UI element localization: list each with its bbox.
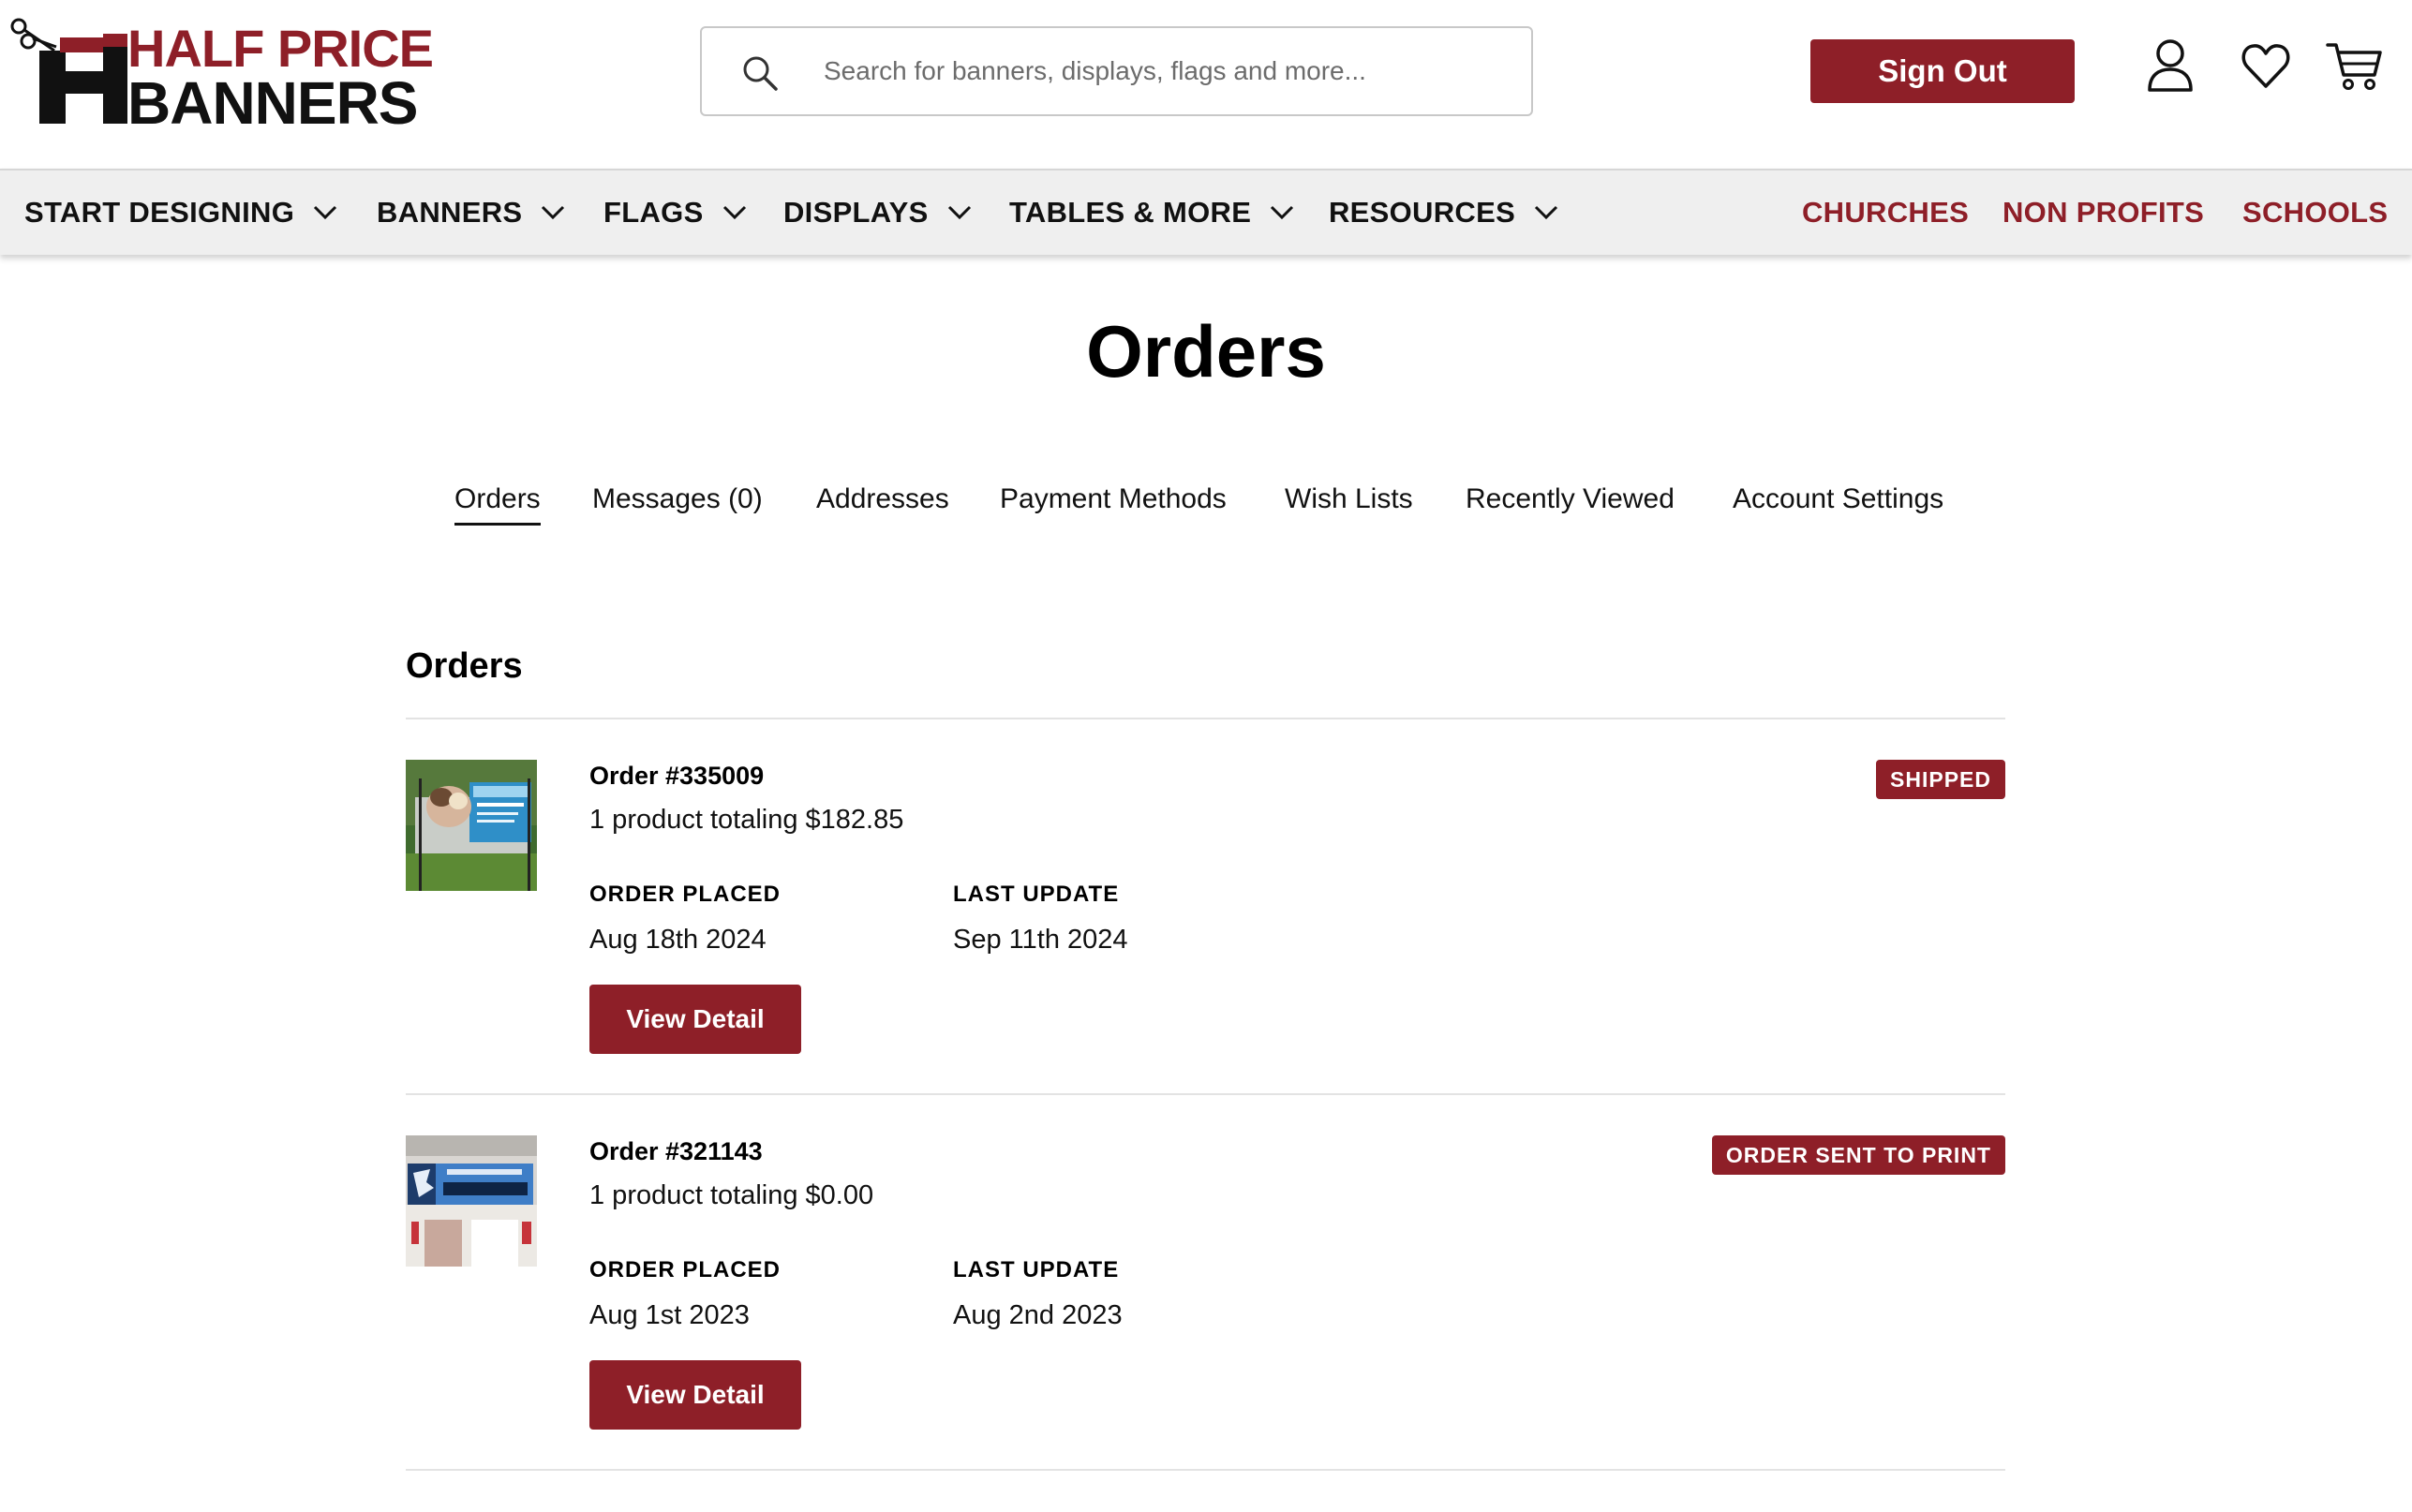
- tab-addresses[interactable]: Addresses: [816, 483, 949, 523]
- order-thumbnail[interactable]: [406, 1135, 537, 1267]
- order-placed-label: ORDER PLACED: [589, 1257, 782, 1282]
- nav-schools[interactable]: SCHOOLS: [2242, 170, 2388, 255]
- nav-start-designing[interactable]: START DESIGNING: [24, 170, 337, 255]
- chevron-down-icon: [1271, 205, 1294, 220]
- main-nav: START DESIGNING BANNERS FLAGS DISPLAYS T…: [0, 169, 2412, 255]
- order-number[interactable]: Order #335009: [589, 762, 764, 791]
- order-placed-date: Aug 18th 2024: [589, 925, 767, 955]
- page-title: Orders: [1086, 310, 1326, 393]
- order-placed-label: ORDER PLACED: [589, 882, 782, 907]
- account-icon[interactable]: [2144, 37, 2196, 94]
- order-item: Order #321143 1 product totaling $0.00 O…: [406, 1135, 2005, 1510]
- sign-out-button[interactable]: Sign Out: [1810, 39, 2075, 103]
- order-item: Order #335009 1 product totaling $182.85…: [406, 760, 2005, 1134]
- order-placed-date: Aug 1st 2023: [589, 1300, 750, 1330]
- divider: [406, 1093, 2005, 1095]
- tab-recently-viewed[interactable]: Recently Viewed: [1466, 483, 1675, 523]
- last-update-date: Sep 11th 2024: [953, 925, 1128, 955]
- nav-non-profits[interactable]: NON PROFITS: [2003, 170, 2204, 255]
- orders-section-title: Orders: [406, 646, 523, 686]
- search-icon[interactable]: [741, 54, 779, 92]
- yard-sign-thumbnail-icon: [406, 760, 537, 891]
- last-update-label: LAST UPDATE: [953, 882, 1120, 907]
- chevron-down-icon: [542, 205, 565, 220]
- tab-wish-lists[interactable]: Wish Lists: [1285, 483, 1413, 523]
- last-update-date: Aug 2nd 2023: [953, 1300, 1123, 1330]
- chevron-down-icon: [1535, 205, 1558, 220]
- order-summary: 1 product totaling $182.85: [589, 805, 904, 835]
- nav-displays[interactable]: DISPLAYS: [783, 170, 972, 255]
- order-number[interactable]: Order #321143: [589, 1137, 763, 1166]
- chevron-down-icon: [722, 205, 746, 220]
- nav-banners[interactable]: BANNERS: [377, 170, 565, 255]
- status-badge: ORDER SENT TO PRINT: [1711, 1135, 2005, 1175]
- nav-churches[interactable]: CHURCHES: [1802, 170, 1969, 255]
- view-detail-button[interactable]: View Detail: [589, 1360, 801, 1430]
- logo-line-2: BANNERS: [127, 69, 418, 137]
- status-badge: SHIPPED: [1876, 760, 2005, 799]
- site-logo[interactable]: HALF PRICE BANNERS: [7, 13, 434, 133]
- nav-resources[interactable]: RESOURCES: [1329, 170, 1558, 255]
- view-detail-button[interactable]: View Detail: [589, 985, 801, 1054]
- logo-line-1: HALF PRICE: [127, 19, 434, 78]
- chevron-down-icon: [314, 205, 337, 220]
- site-header: HALF PRICE BANNERS Sign Out: [0, 0, 2412, 169]
- cart-icon[interactable]: [2326, 37, 2384, 94]
- wishlist-heart-icon[interactable]: [2240, 37, 2292, 94]
- chevron-down-icon: [947, 205, 971, 220]
- search-bar: [700, 26, 1533, 116]
- divider: [406, 718, 2005, 719]
- last-update-label: LAST UPDATE: [953, 1257, 1120, 1282]
- order-summary: 1 product totaling $0.00: [589, 1180, 874, 1210]
- tab-messages[interactable]: Messages (0): [592, 483, 763, 523]
- scissors-h-logo-icon: [10, 18, 127, 124]
- search-input[interactable]: [824, 28, 1508, 114]
- divider: [406, 1469, 2005, 1471]
- gym-banner-thumbnail-icon: [406, 1135, 537, 1267]
- tab-orders[interactable]: Orders: [454, 483, 541, 526]
- nav-flags[interactable]: FLAGS: [603, 170, 747, 255]
- tab-account-settings[interactable]: Account Settings: [1733, 483, 1943, 523]
- order-thumbnail[interactable]: [406, 760, 537, 891]
- nav-tables-more[interactable]: TABLES & MORE: [1009, 170, 1294, 255]
- tab-payment-methods[interactable]: Payment Methods: [1000, 483, 1227, 523]
